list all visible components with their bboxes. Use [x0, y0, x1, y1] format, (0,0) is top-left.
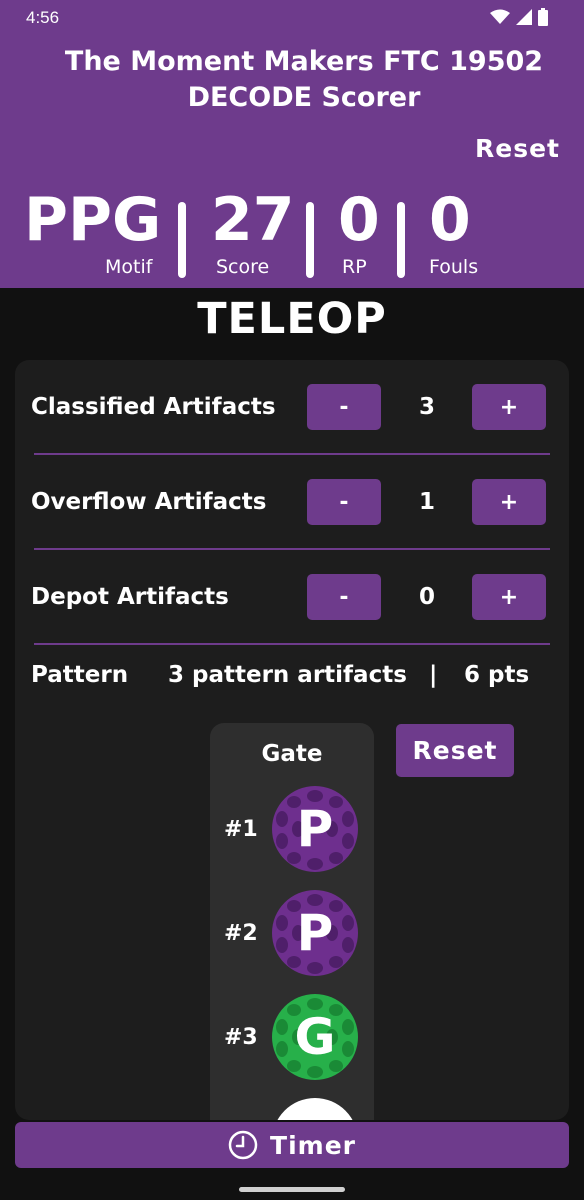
reset-pattern-button[interactable]: Reset [396, 724, 514, 777]
gate-slot-number: #1 [224, 817, 258, 842]
signal-icon [516, 9, 532, 25]
classified-plus-button[interactable]: + [472, 384, 546, 430]
status-bar: 4:56 [0, 0, 584, 38]
row-divider [34, 643, 550, 645]
status-icons [490, 8, 548, 26]
fouls-label: Fouls [429, 256, 479, 278]
fouls-value: 0 [429, 185, 471, 255]
app-title: The Moment Makers FTC 19502 DECODE Score… [0, 44, 584, 116]
classified-label: Classified Artifacts [31, 394, 276, 420]
depot-label: Depot Artifacts [31, 584, 229, 610]
classified-count: 3 [418, 394, 435, 420]
pattern-points: 6 pts [464, 662, 530, 688]
depot-minus-button[interactable]: - [307, 574, 381, 620]
gate-panel: Gate #1 P #2 P #3 G [210, 723, 374, 1120]
pattern-label: Pattern [31, 662, 129, 688]
gate-slot-2-ball[interactable]: P [272, 890, 358, 976]
timer-button[interactable]: Timer [15, 1122, 569, 1168]
overflow-label: Overflow Artifacts [31, 489, 267, 515]
gate-slot-4-ball[interactable] [272, 1098, 358, 1120]
teleop-card: Classified Artifacts - 3 + Overflow Arti… [15, 360, 569, 1120]
motif-label: Motif [105, 256, 153, 278]
row-divider [34, 548, 550, 550]
ball-letter: G [294, 1008, 336, 1066]
rp-value: 0 [338, 185, 380, 255]
gate-slot-1-ball[interactable]: P [272, 786, 358, 872]
stat-divider [178, 202, 186, 278]
pattern-summary: 3 pattern artifacts [168, 662, 407, 688]
score-value: 27 [211, 185, 295, 255]
app-title-line-2: DECODE Scorer [187, 82, 421, 113]
row-divider [34, 453, 550, 455]
section-title: TELEOP [197, 294, 387, 344]
home-indicator[interactable] [239, 1187, 345, 1192]
pattern-separator: | [429, 662, 438, 688]
rp-label: RP [342, 256, 367, 278]
wifi-icon [490, 9, 510, 24]
depot-count: 0 [418, 584, 435, 610]
score-label: Score [216, 256, 270, 278]
gate-slot-3-ball[interactable]: G [272, 994, 358, 1080]
overflow-count: 1 [418, 489, 435, 515]
clock-icon [228, 1130, 258, 1160]
overflow-minus-button[interactable]: - [307, 479, 381, 525]
ball-letter: P [296, 904, 334, 962]
ball-letter: P [296, 800, 334, 858]
gate-title: Gate [261, 741, 323, 767]
app-title-line-1: The Moment Makers FTC 19502 [64, 46, 544, 77]
overflow-plus-button[interactable]: + [472, 479, 546, 525]
gate-slot-number: #2 [224, 921, 258, 946]
motif-value: PPG [24, 185, 162, 255]
stat-divider [397, 202, 405, 278]
reset-all-button[interactable]: Reset [475, 134, 560, 163]
timer-label: Timer [270, 1130, 356, 1160]
battery-icon [538, 8, 548, 26]
stat-divider [306, 202, 314, 278]
gate-slot-number: #3 [224, 1025, 258, 1050]
status-time: 4:56 [26, 8, 60, 27]
header: 4:56 The Moment Makers FTC 19502 DECODE … [0, 0, 584, 288]
depot-plus-button[interactable]: + [472, 574, 546, 620]
classified-minus-button[interactable]: - [307, 384, 381, 430]
